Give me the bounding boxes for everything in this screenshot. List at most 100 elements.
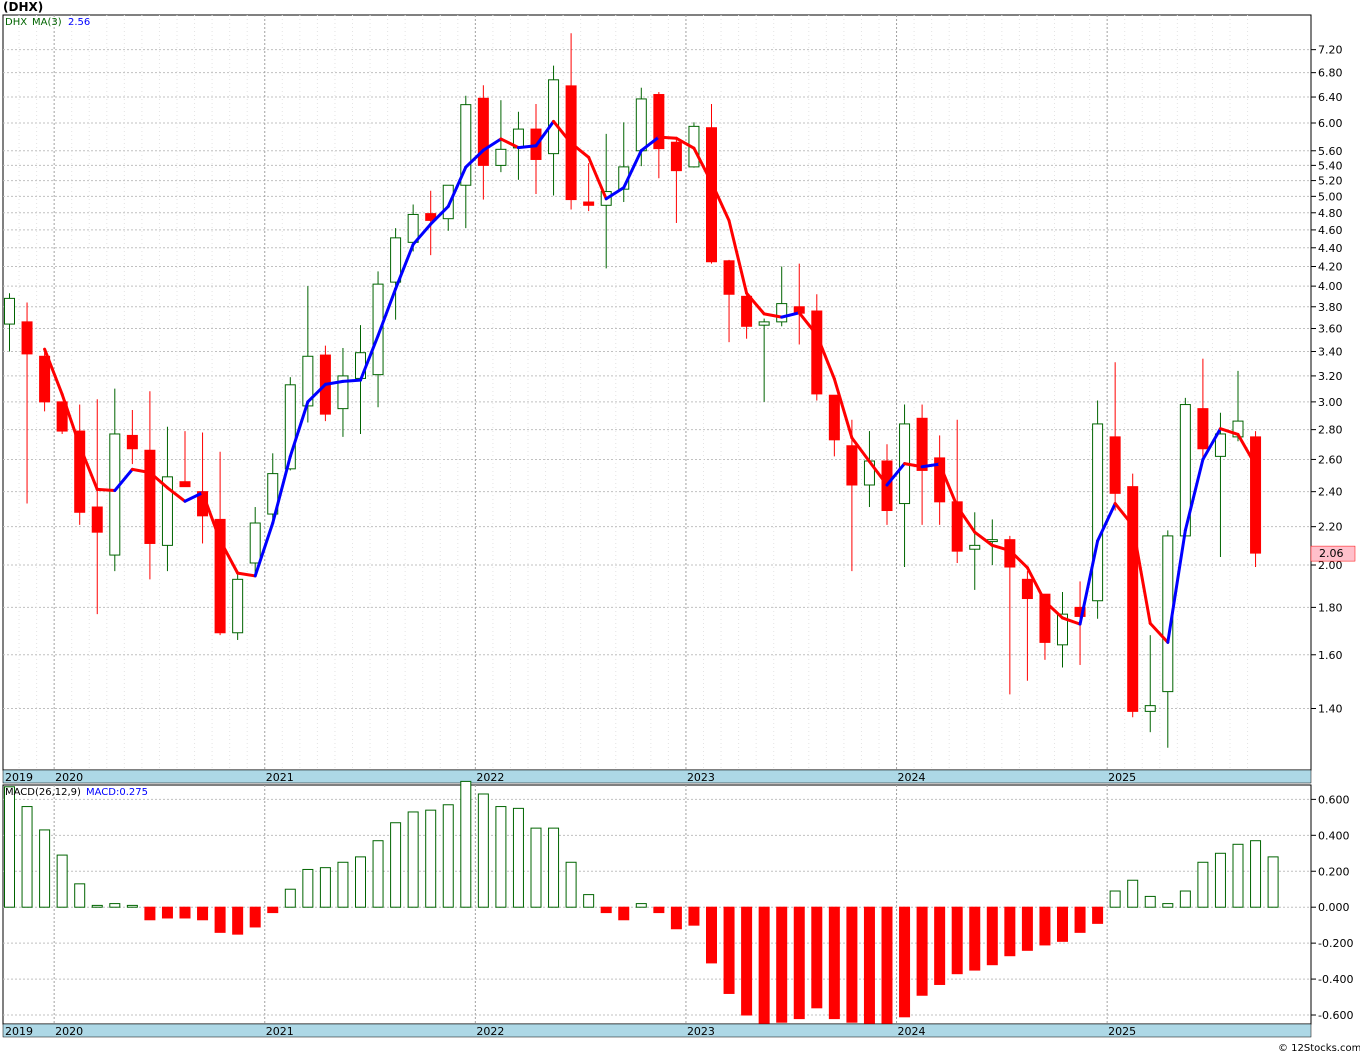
macd-tick-label: 0.600 [1318,793,1350,806]
candle-body [758,321,770,326]
price-tick-label: 4.60 [1318,224,1343,237]
macd-bar [407,811,419,908]
price-tick-label: 2.60 [1318,453,1343,466]
year-label: 2025 [1108,1025,1136,1038]
macd-bar [600,906,612,914]
macd-bar [758,906,770,1027]
price-tick-label: 5.60 [1318,145,1343,158]
macd-bar [1074,906,1086,933]
macd-bar [91,904,103,908]
macd-bar [986,906,998,966]
price-tick-label: 4.80 [1318,207,1343,220]
price-tick-label: 4.00 [1318,280,1343,293]
year-label: 2019 [5,771,33,784]
macd-bar [828,906,840,1020]
macd-bar [1057,906,1068,942]
macd-bar [337,861,349,908]
candle-body [21,321,33,355]
macd-bar [670,906,682,930]
macd-bar [39,829,51,908]
price-tick-label: 1.60 [1318,649,1343,662]
macd-bar [1127,879,1139,908]
year-label: 2022 [476,771,504,784]
legend-ma-label: MA(3) [32,17,62,28]
candle-body [635,98,647,152]
macd-bar [1109,890,1121,908]
year-label: 2021 [266,1025,294,1038]
candle-body [706,127,717,263]
year-label: 2020 [55,1025,83,1038]
candle-body [4,297,15,325]
macd-bar [1021,906,1033,951]
candle [1127,473,1139,718]
candle-body [1109,436,1121,494]
macd-bar [74,883,86,908]
macd-bar [969,906,981,971]
macd-tick-label: 0.200 [1318,865,1350,878]
macd-bar [179,906,191,919]
candle-body [390,237,402,283]
stock-chart: (DHX) 1.401.601.802.002.202.402.602.803.… [0,0,1360,1056]
macd-bar [442,804,454,908]
candle [232,571,244,640]
legend-ma-value: 2.56 [68,17,90,28]
macd-bar [548,827,560,908]
macd-bar [653,906,665,914]
candle-body [548,79,560,155]
year-label: 2020 [55,771,83,784]
price-tick-label: 5.40 [1318,159,1343,172]
year-label: 2025 [1108,771,1136,784]
candle-body [846,445,858,486]
price-tick-label: 2.40 [1318,486,1343,499]
candle-body [811,310,823,395]
macd-tick-label: 0.400 [1318,829,1350,842]
year-label: 2023 [687,771,715,784]
macd-bar [4,786,15,908]
candle-body [1197,408,1209,450]
macd-bar [688,906,700,926]
candle-body [1021,578,1033,600]
price-tick-label: 3.00 [1318,396,1343,409]
candle-body [179,481,191,488]
macd-bar [425,809,437,908]
macd-bar [1162,903,1174,908]
price-tick-label: 2.20 [1318,521,1343,534]
macd-bar [723,906,735,994]
macd-bar [197,906,209,921]
candle-body [670,141,682,172]
candle-body [828,394,840,441]
year-label: 2023 [687,1025,715,1038]
macd-bar [811,906,823,1009]
macd-bar [1144,895,1156,908]
macd-bar [635,903,647,908]
candle [1092,400,1104,619]
macd-bar [512,807,524,908]
candle-body [109,433,121,556]
macd-bar [951,906,963,975]
price-tick-label: 3.80 [1318,301,1343,314]
candle-body [232,578,244,634]
candle [1250,431,1262,568]
macd-bar [793,906,805,1020]
macd-bar [846,906,858,1023]
price-tick-label: 7.20 [1318,44,1343,57]
ma-segment [657,135,678,140]
price-tick-label: 6.00 [1318,117,1343,130]
candle-body [916,417,928,471]
macd-bar [21,806,33,908]
price-tick-label: 3.20 [1318,370,1343,383]
macd-bar [390,822,402,908]
macd-bar [477,793,489,908]
macd-bar [161,906,173,919]
price-tick-label: 4.20 [1318,260,1343,273]
macd-bar [934,906,946,985]
chart-title: (DHX) [3,0,43,14]
macd-bar [565,861,577,908]
price-tick-label: 6.40 [1318,91,1343,104]
price-tick-label: 4.40 [1318,242,1343,255]
macd-bar [1039,906,1051,946]
price-tick-label: 1.80 [1318,601,1343,614]
price-tick-label: 6.80 [1318,67,1343,80]
price-tick-label: 1.40 [1318,702,1343,715]
copyright: © 12Stocks.com [1278,1043,1360,1054]
